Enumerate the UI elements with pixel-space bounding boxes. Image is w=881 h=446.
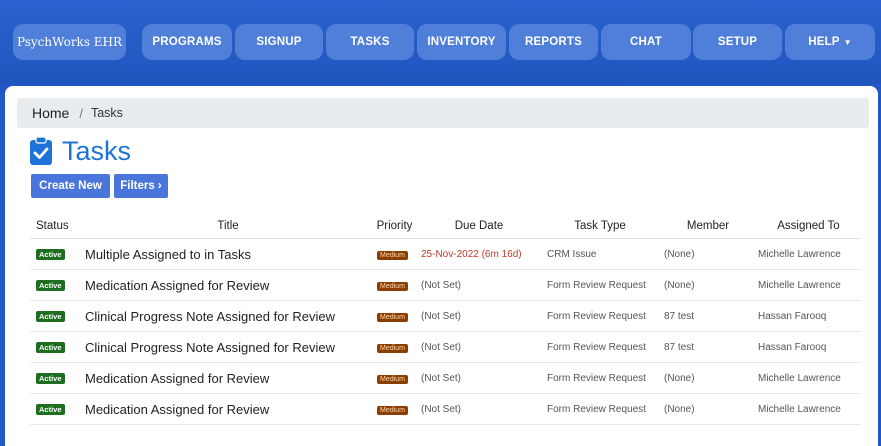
breadcrumb-home[interactable]: Home [32, 105, 69, 121]
nav-help[interactable]: HELP ▼ [785, 24, 875, 60]
priority-badge: Medium [377, 374, 408, 384]
nav-programs[interactable]: PROGRAMS [142, 24, 232, 60]
member: (None) [660, 362, 756, 394]
task-type: Form Review Request [540, 300, 660, 332]
task-title-link[interactable]: Clinical Progress Note Assigned for Revi… [85, 300, 371, 332]
table-row[interactable]: Active Multiple Assigned to in Tasks Med… [30, 238, 861, 270]
main-panel: Home / Tasks Tasks Create New Filters › … [5, 86, 878, 446]
breadcrumb-separator: / [79, 105, 83, 121]
due-date: (Not Set) [418, 331, 540, 363]
caret-down-icon: ▼ [843, 37, 852, 47]
priority-badge: Medium [377, 312, 408, 322]
tasks-table: Status Title Priority Due Date Task Type… [30, 214, 861, 425]
nav-chat[interactable]: CHAT [601, 24, 691, 60]
clipboard-check-icon [30, 136, 52, 165]
task-type: Form Review Request [540, 269, 660, 301]
table-row[interactable]: Active Medication Assigned for Review Me… [30, 362, 861, 394]
nav-setup[interactable]: SETUP [693, 24, 782, 60]
col-priority[interactable]: Priority [371, 214, 418, 239]
create-new-button[interactable]: Create New [31, 174, 110, 198]
task-title-link[interactable]: Medication Assigned for Review [85, 362, 371, 394]
due-date: (Not Set) [418, 393, 540, 425]
due-date: 25-Nov-2022 (6m 16d) [418, 238, 540, 270]
col-title[interactable]: Title [85, 214, 371, 239]
assigned-to: Michelle Lawrence [756, 269, 861, 301]
status-badge: Active [36, 310, 65, 322]
due-date: (Not Set) [418, 269, 540, 301]
member: (None) [660, 238, 756, 270]
status-badge: Active [36, 279, 65, 291]
task-type: Form Review Request [540, 393, 660, 425]
due-date: (Not Set) [418, 300, 540, 332]
col-assigned-to[interactable]: Assigned To [756, 214, 861, 239]
nav-help-label: HELP [808, 36, 840, 48]
member: (None) [660, 269, 756, 301]
task-title-link[interactable]: Clinical Progress Note Assigned for Revi… [85, 331, 371, 363]
task-type: Form Review Request [540, 331, 660, 363]
member: (None) [660, 393, 756, 425]
nav-inventory[interactable]: INVENTORY [417, 24, 506, 60]
top-navbar: PsychWorks EHR PROGRAMS SIGNUP TASKS INV… [0, 0, 881, 84]
priority-badge: Medium [377, 405, 408, 415]
task-title-link[interactable]: Multiple Assigned to in Tasks [85, 238, 371, 270]
table-row[interactable]: Active Clinical Progress Note Assigned f… [30, 300, 861, 332]
nav-signup[interactable]: SIGNUP [235, 24, 323, 60]
breadcrumb: Home / Tasks [17, 98, 869, 128]
member: 87 test [660, 331, 756, 363]
task-type: Form Review Request [540, 362, 660, 394]
assigned-to: Hassan Farooq [756, 300, 861, 332]
filters-button[interactable]: Filters › [114, 174, 168, 198]
col-task-type[interactable]: Task Type [540, 214, 660, 239]
status-badge: Active [36, 248, 65, 260]
assigned-to: Michelle Lawrence [756, 238, 861, 270]
breadcrumb-current: Tasks [90, 106, 123, 120]
assigned-to: Michelle Lawrence [756, 393, 861, 425]
page-title: Tasks [29, 134, 131, 168]
task-title-link[interactable]: Medication Assigned for Review [85, 269, 371, 301]
priority-badge: Medium [377, 281, 408, 291]
member: 87 test [660, 300, 756, 332]
task-title-link[interactable]: Medication Assigned for Review [85, 393, 371, 425]
col-status[interactable]: Status [30, 214, 85, 239]
assigned-to: Michelle Lawrence [756, 362, 861, 394]
status-badge: Active [36, 403, 65, 415]
col-member[interactable]: Member [660, 214, 756, 239]
status-badge: Active [36, 372, 65, 384]
table-row[interactable]: Active Clinical Progress Note Assigned f… [30, 331, 861, 363]
col-due-date[interactable]: Due Date [418, 214, 540, 239]
due-date: (Not Set) [418, 362, 540, 394]
table-row[interactable]: Active Medication Assigned for Review Me… [30, 269, 861, 301]
task-type: CRM Issue [540, 238, 660, 270]
nav-tasks[interactable]: TASKS [326, 24, 414, 60]
table-row[interactable]: Active Medication Assigned for Review Me… [30, 393, 861, 425]
status-badge: Active [36, 341, 65, 353]
page-title-text: Tasks [62, 135, 132, 166]
table-header-row: Status Title Priority Due Date Task Type… [30, 214, 861, 239]
brand-logo[interactable]: PsychWorks EHR [13, 24, 126, 60]
nav-reports[interactable]: REPORTS [509, 24, 598, 60]
priority-badge: Medium [377, 343, 408, 353]
assigned-to: Hassan Farooq [756, 331, 861, 363]
priority-badge: Medium [377, 250, 408, 260]
